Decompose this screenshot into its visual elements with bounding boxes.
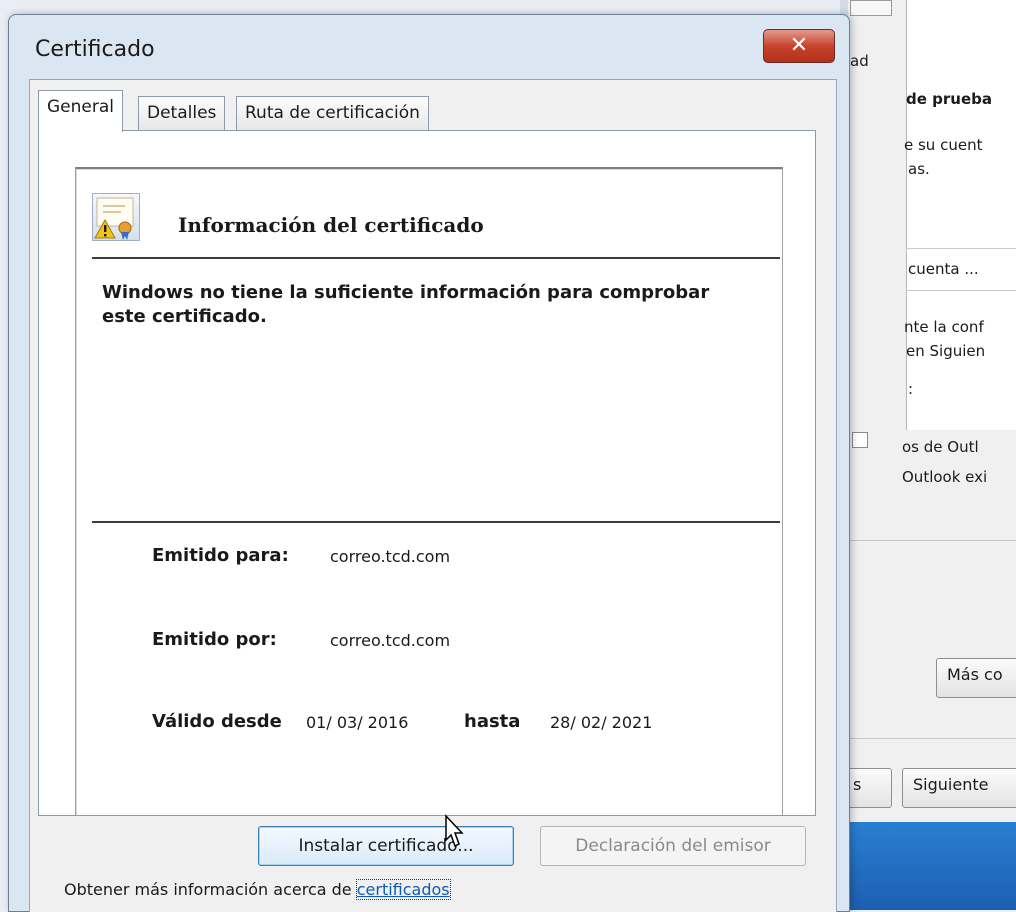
footer-info: Obtener más información acerca de certif…: [64, 879, 451, 900]
install-certificate-button[interactable]: Instalar certificado...: [258, 826, 514, 866]
valid-from-label: Válido desde: [152, 711, 282, 732]
mouse-cursor-icon: [438, 814, 464, 854]
background-divider: [850, 738, 1016, 739]
valid-to-label: hasta: [464, 711, 521, 732]
close-icon: ✕: [789, 33, 809, 58]
certificate-warning-text: Windows no tiene la suficiente informaci…: [102, 282, 710, 327]
background-checkbox[interactable]: [852, 432, 868, 448]
close-button[interactable]: ✕: [763, 29, 835, 63]
issued-by-label: Emitido por:: [152, 629, 277, 650]
issued-to-value: correo.tcd.com: [330, 547, 451, 566]
certificates-link[interactable]: certificados: [355, 879, 451, 900]
dialog-title: Certificado: [35, 37, 155, 62]
background-text-colon: :: [908, 380, 914, 398]
issued-to-label: Emitido para:: [152, 545, 289, 566]
background-more-button[interactable]: Más co: [936, 658, 1016, 698]
background-text-en-siguiente: en Siguien: [906, 342, 986, 360]
background-taskbar-area: [840, 822, 1016, 910]
certificate-info-box: Información del certificado Windows no t…: [75, 167, 783, 815]
heading-divider: [92, 257, 780, 259]
background-button-fragment[interactable]: [850, 0, 892, 16]
tab-general-label: General: [47, 97, 114, 117]
issuer-statement-button[interactable]: Declaración del emisor: [540, 826, 806, 866]
valid-to-value: 28/ 02/ 2021: [550, 713, 653, 732]
background-window: ad de prueba e su cuent as. cuenta ... n…: [840, 0, 1016, 910]
background-divider: [850, 540, 1016, 541]
tab-details-label: Detalles: [147, 103, 217, 123]
background-divider: [906, 290, 1016, 291]
background-text-os-de-outlook: os de Outl: [902, 438, 979, 456]
tab-general[interactable]: General: [38, 90, 123, 132]
details-divider: [92, 521, 780, 523]
background-text-su-cuenta: e su cuent: [904, 136, 983, 154]
background-text-as: as.: [908, 160, 930, 178]
background-button-cuenta[interactable]: cuenta ...: [908, 260, 979, 278]
footer-info-text: Obtener más información acerca de: [64, 880, 357, 899]
background-text-outlook-exi: Outlook exi: [902, 468, 988, 486]
tab-certification-path[interactable]: Ruta de certificación: [236, 96, 429, 132]
certificate-warning-icon: [92, 193, 140, 241]
background-text-la-conf: nte la conf: [904, 318, 984, 336]
background-text-de-prueba: de prueba: [906, 90, 992, 108]
tab-page-general: Información del certificado Windows no t…: [38, 130, 816, 816]
tab-certification-path-label: Ruta de certificación: [245, 103, 420, 123]
tab-details[interactable]: Detalles: [138, 96, 226, 132]
background-text-ad: ad: [850, 52, 869, 70]
valid-from-value: 01/ 03/ 2016: [306, 713, 409, 732]
background-divider: [906, 248, 1016, 249]
background-inner-panel: [906, 0, 1016, 430]
certificate-dialog: Certificado ✕ General Detalles Ruta de c…: [8, 14, 850, 912]
dialog-client-area: General Detalles Ruta de certificación I…: [29, 79, 837, 912]
issued-by-value: correo.tcd.com: [330, 631, 451, 650]
certificate-info-heading: Información del certificado: [178, 213, 484, 237]
background-next-button[interactable]: Siguiente: [902, 768, 1016, 808]
